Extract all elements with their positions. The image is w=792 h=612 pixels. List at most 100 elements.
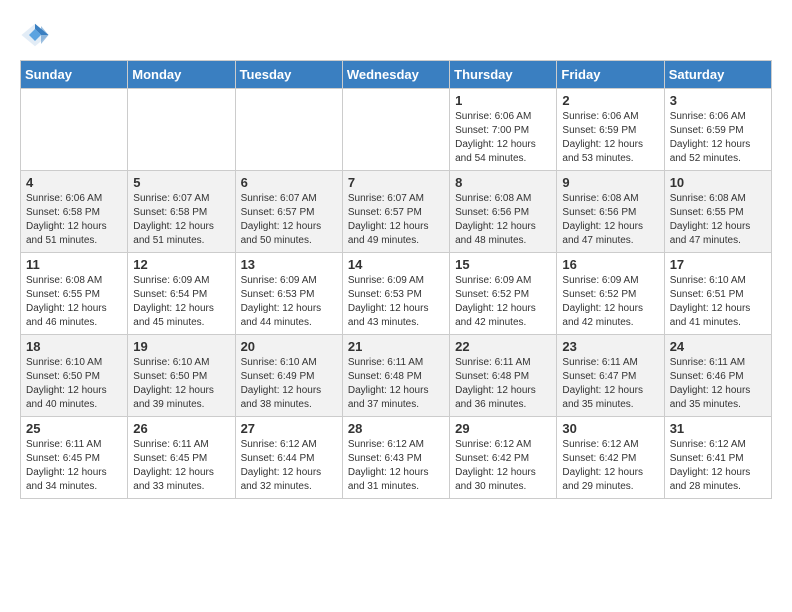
calendar-cell: 23 Sunrise: 6:11 AM Sunset: 6:47 PM Dayli…: [557, 335, 664, 417]
day-number: 12: [133, 257, 229, 272]
calendar-cell: [235, 89, 342, 171]
day-number: 29: [455, 421, 551, 436]
day-number: 27: [241, 421, 337, 436]
calendar-cell: 20 Sunrise: 6:10 AM Sunset: 6:49 PM Dayli…: [235, 335, 342, 417]
cell-content: Sunrise: 6:12 AM Sunset: 6:43 PM Dayligh…: [348, 438, 444, 494]
header-cell-sunday: Sunday: [21, 61, 128, 89]
calendar-cell: 24Sunrise: 6:11 AM Sunset: 6:46 PM Dayli…: [664, 335, 771, 417]
calendar-cell: 30 Sunrise: 6:12 AM Sunset: 6:42 PM Dayli…: [557, 417, 664, 499]
cell-content: Sunrise: 6:11 AM Sunset: 6:46 PM Dayligh…: [670, 356, 766, 412]
cell-content: Sunrise: 6:08 AM Sunset: 6:56 PM Dayligh…: [562, 192, 658, 248]
calendar-cell: 8 Sunrise: 6:08 AM Sunset: 6:56 PM Daylig…: [450, 171, 557, 253]
calendar-table: SundayMondayTuesdayWednesdayThursdayFrid…: [20, 60, 772, 499]
day-number: 25: [26, 421, 122, 436]
cell-content: Sunrise: 6:06 AM Sunset: 6:59 PM Dayligh…: [562, 110, 658, 166]
cell-content: Sunrise: 6:12 AM Sunset: 6:41 PM Dayligh…: [670, 438, 766, 494]
calendar-cell: 22 Sunrise: 6:11 AM Sunset: 6:48 PM Dayli…: [450, 335, 557, 417]
calendar-cell: 15 Sunrise: 6:09 AM Sunset: 6:52 PM Dayli…: [450, 253, 557, 335]
cell-content: Sunrise: 6:08 AM Sunset: 6:56 PM Dayligh…: [455, 192, 551, 248]
day-number: 26: [133, 421, 229, 436]
calendar-cell: 21Sunrise: 6:11 AM Sunset: 6:48 PM Dayli…: [342, 335, 449, 417]
calendar-cell: 2Sunrise: 6:06 AM Sunset: 6:59 PM Daylig…: [557, 89, 664, 171]
header-row: SundayMondayTuesdayWednesdayThursdayFrid…: [21, 61, 772, 89]
header-cell-friday: Friday: [557, 61, 664, 89]
day-number: 31: [670, 421, 766, 436]
cell-content: Sunrise: 6:06 AM Sunset: 7:00 PM Dayligh…: [455, 110, 551, 166]
calendar-week-1: 1 Sunrise: 6:06 AM Sunset: 7:00 PM Daylig…: [21, 89, 772, 171]
day-number: 17: [670, 257, 766, 272]
day-number: 16: [562, 257, 658, 272]
cell-content: Sunrise: 6:07 AM Sunset: 6:57 PM Dayligh…: [241, 192, 337, 248]
day-number: 13: [241, 257, 337, 272]
day-number: 11: [26, 257, 122, 272]
cell-content: Sunrise: 6:11 AM Sunset: 6:48 PM Dayligh…: [455, 356, 551, 412]
day-number: 9: [562, 175, 658, 190]
calendar-cell: [21, 89, 128, 171]
cell-content: Sunrise: 6:11 AM Sunset: 6:45 PM Dayligh…: [133, 438, 229, 494]
day-number: 8: [455, 175, 551, 190]
day-number: 3: [670, 93, 766, 108]
calendar-cell: 26 Sunrise: 6:11 AM Sunset: 6:45 PM Dayli…: [128, 417, 235, 499]
cell-content: Sunrise: 6:09 AM Sunset: 6:52 PM Dayligh…: [455, 274, 551, 330]
calendar-cell: 1 Sunrise: 6:06 AM Sunset: 7:00 PM Daylig…: [450, 89, 557, 171]
cell-content: Sunrise: 6:06 AM Sunset: 6:59 PM Dayligh…: [670, 110, 766, 166]
cell-content: Sunrise: 6:12 AM Sunset: 6:42 PM Dayligh…: [562, 438, 658, 494]
cell-content: Sunrise: 6:10 AM Sunset: 6:50 PM Dayligh…: [26, 356, 122, 412]
calendar-cell: [342, 89, 449, 171]
day-number: 5: [133, 175, 229, 190]
header: [20, 20, 772, 50]
day-number: 30: [562, 421, 658, 436]
calendar-cell: 19 Sunrise: 6:10 AM Sunset: 6:50 PM Dayli…: [128, 335, 235, 417]
calendar-cell: 27 Sunrise: 6:12 AM Sunset: 6:44 PM Dayli…: [235, 417, 342, 499]
cell-content: Sunrise: 6:09 AM Sunset: 6:52 PM Dayligh…: [562, 274, 658, 330]
calendar-cell: 9 Sunrise: 6:08 AM Sunset: 6:56 PM Daylig…: [557, 171, 664, 253]
calendar-cell: 18 Sunrise: 6:10 AM Sunset: 6:50 PM Dayli…: [21, 335, 128, 417]
calendar-cell: 10Sunrise: 6:08 AM Sunset: 6:55 PM Dayli…: [664, 171, 771, 253]
cell-content: Sunrise: 6:11 AM Sunset: 6:47 PM Dayligh…: [562, 356, 658, 412]
day-number: 14: [348, 257, 444, 272]
calendar-cell: 12Sunrise: 6:09 AM Sunset: 6:54 PM Dayli…: [128, 253, 235, 335]
calendar-cell: 13 Sunrise: 6:09 AM Sunset: 6:53 PM Dayli…: [235, 253, 342, 335]
day-number: 19: [133, 339, 229, 354]
calendar-cell: 7Sunrise: 6:07 AM Sunset: 6:57 PM Daylig…: [342, 171, 449, 253]
calendar-week-4: 18 Sunrise: 6:10 AM Sunset: 6:50 PM Dayli…: [21, 335, 772, 417]
calendar-cell: 3 Sunrise: 6:06 AM Sunset: 6:59 PM Daylig…: [664, 89, 771, 171]
cell-content: Sunrise: 6:12 AM Sunset: 6:44 PM Dayligh…: [241, 438, 337, 494]
cell-content: Sunrise: 6:06 AM Sunset: 6:58 PM Dayligh…: [26, 192, 122, 248]
day-number: 18: [26, 339, 122, 354]
cell-content: Sunrise: 6:10 AM Sunset: 6:50 PM Dayligh…: [133, 356, 229, 412]
day-number: 22: [455, 339, 551, 354]
calendar-header: SundayMondayTuesdayWednesdayThursdayFrid…: [21, 61, 772, 89]
cell-content: Sunrise: 6:10 AM Sunset: 6:49 PM Dayligh…: [241, 356, 337, 412]
calendar-cell: 11 Sunrise: 6:08 AM Sunset: 6:55 PM Dayli…: [21, 253, 128, 335]
header-cell-wednesday: Wednesday: [342, 61, 449, 89]
calendar-cell: 6Sunrise: 6:07 AM Sunset: 6:57 PM Daylig…: [235, 171, 342, 253]
page-container: SundayMondayTuesdayWednesdayThursdayFrid…: [0, 0, 792, 509]
calendar-cell: 5 Sunrise: 6:07 AM Sunset: 6:58 PM Daylig…: [128, 171, 235, 253]
cell-content: Sunrise: 6:07 AM Sunset: 6:58 PM Dayligh…: [133, 192, 229, 248]
header-cell-tuesday: Tuesday: [235, 61, 342, 89]
header-cell-monday: Monday: [128, 61, 235, 89]
calendar-cell: 31 Sunrise: 6:12 AM Sunset: 6:41 PM Dayli…: [664, 417, 771, 499]
calendar-cell: 16 Sunrise: 6:09 AM Sunset: 6:52 PM Dayli…: [557, 253, 664, 335]
calendar-cell: 25 Sunrise: 6:11 AM Sunset: 6:45 PM Dayli…: [21, 417, 128, 499]
calendar-cell: [128, 89, 235, 171]
day-number: 10: [670, 175, 766, 190]
header-cell-saturday: Saturday: [664, 61, 771, 89]
day-number: 20: [241, 339, 337, 354]
day-number: 1: [455, 93, 551, 108]
cell-content: Sunrise: 6:11 AM Sunset: 6:45 PM Dayligh…: [26, 438, 122, 494]
day-number: 15: [455, 257, 551, 272]
header-cell-thursday: Thursday: [450, 61, 557, 89]
day-number: 23: [562, 339, 658, 354]
cell-content: Sunrise: 6:09 AM Sunset: 6:53 PM Dayligh…: [241, 274, 337, 330]
calendar-cell: 17 Sunrise: 6:10 AM Sunset: 6:51 PM Dayli…: [664, 253, 771, 335]
logo-icon: [20, 20, 50, 50]
calendar-cell: 14Sunrise: 6:09 AM Sunset: 6:53 PM Dayli…: [342, 253, 449, 335]
day-number: 28: [348, 421, 444, 436]
calendar-cell: 4 Sunrise: 6:06 AM Sunset: 6:58 PM Daylig…: [21, 171, 128, 253]
cell-content: Sunrise: 6:10 AM Sunset: 6:51 PM Dayligh…: [670, 274, 766, 330]
calendar-week-3: 11 Sunrise: 6:08 AM Sunset: 6:55 PM Dayli…: [21, 253, 772, 335]
day-number: 4: [26, 175, 122, 190]
cell-content: Sunrise: 6:08 AM Sunset: 6:55 PM Dayligh…: [26, 274, 122, 330]
